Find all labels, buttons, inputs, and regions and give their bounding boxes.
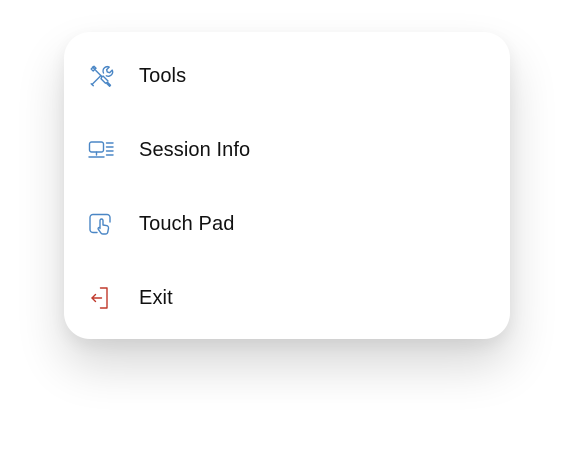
menu-item-touch-pad[interactable]: Touch Pad	[64, 187, 510, 261]
wrench-screwdriver-icon	[88, 63, 114, 89]
monitor-info-icon	[88, 137, 114, 163]
context-menu: Tools Session Info Touch Pad Exit	[64, 32, 510, 339]
exit-icon	[88, 285, 114, 311]
page: Tools Session Info Touch Pad Exit	[0, 0, 588, 464]
menu-item-label: Touch Pad	[139, 212, 235, 235]
menu-item-label: Exit	[139, 286, 173, 309]
menu-item-label: Session Info	[139, 138, 251, 161]
menu-item-session-info[interactable]: Session Info	[64, 113, 510, 187]
menu-item-exit[interactable]: Exit	[64, 261, 510, 335]
menu-item-tools[interactable]: Tools	[64, 39, 510, 113]
menu-item-label: Tools	[139, 64, 187, 87]
touch-pad-icon	[88, 211, 114, 237]
